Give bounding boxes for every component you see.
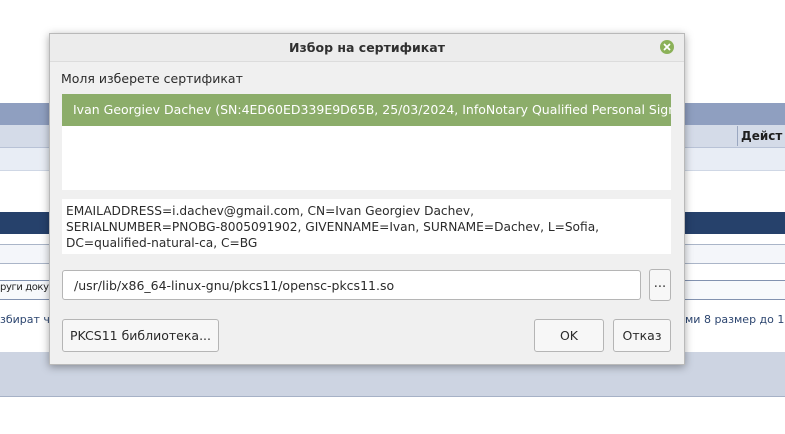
browse-library-button[interactable]: ... bbox=[649, 269, 671, 301]
background-page: Дейст руги докум збират ч ми 8 размер до… bbox=[0, 0, 785, 434]
pkcs11-library-path-input[interactable] bbox=[62, 270, 641, 300]
dialog-title: Избор на сертификат bbox=[289, 40, 445, 55]
certificate-details: EMAILADDRESS=i.dachev@gmail.com, CN=Ivan… bbox=[62, 199, 671, 254]
dialog-titlebar[interactable]: Избор на сертификат bbox=[50, 34, 684, 62]
background-line-right-text: ми 8 размер до 15 bbox=[685, 313, 785, 326]
certificate-list-item[interactable]: Ivan Georgiev Dachev (SN:4ED60ED339E9D65… bbox=[62, 94, 671, 126]
background-field-text: руги докум bbox=[0, 282, 56, 293]
background-header-cell: Дейст bbox=[737, 126, 785, 146]
cancel-button[interactable]: Отказ bbox=[613, 319, 671, 352]
details-line: DC=qualified-natural-ca, C=BG bbox=[66, 236, 258, 250]
close-icon[interactable] bbox=[660, 40, 674, 54]
details-line: SERIALNUMBER=PNOBG-8005091902, GIVENNAME… bbox=[66, 220, 600, 234]
pkcs11-library-button[interactable]: PKCS11 библиотека... bbox=[62, 319, 219, 352]
ok-button[interactable]: OK bbox=[534, 319, 604, 352]
certificate-list[interactable]: Ivan Georgiev Dachev (SN:4ED60ED339E9D65… bbox=[62, 94, 671, 190]
certificate-dialog: Избор на сертификат Моля изберете сертиф… bbox=[49, 33, 685, 365]
select-certificate-label: Моля изберете сертификат bbox=[61, 71, 243, 86]
background-line-left-text: збират ч bbox=[0, 313, 50, 326]
details-line: EMAILADDRESS=i.dachev@gmail.com, CN=Ivan… bbox=[66, 204, 474, 218]
